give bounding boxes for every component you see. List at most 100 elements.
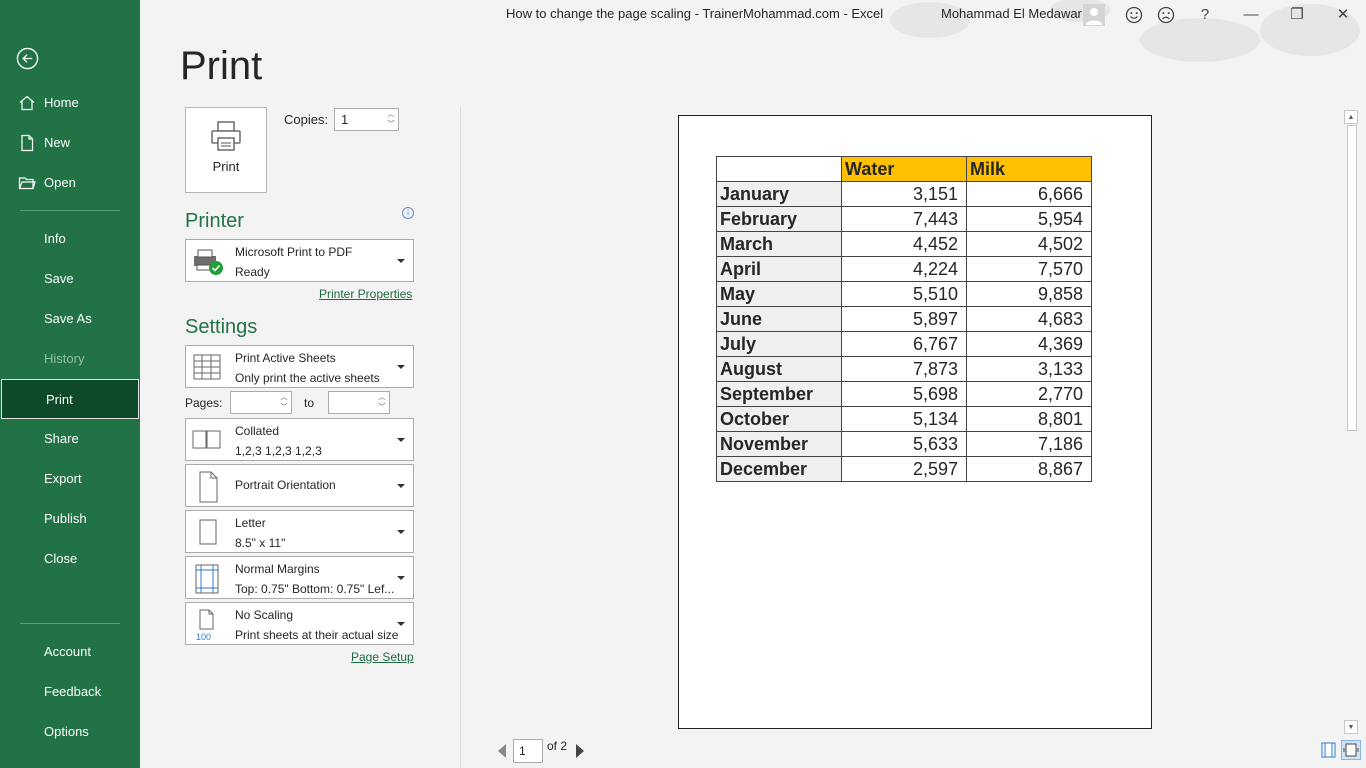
month-cell: July — [716, 331, 842, 357]
table-row: January 3,151 6,666 — [716, 181, 1092, 207]
pages-label: Pages: — [185, 396, 223, 410]
nav-item-label: Save As — [44, 311, 92, 326]
value-cell: 3,151 — [841, 181, 967, 207]
nav-item-save[interactable]: Save — [0, 259, 140, 299]
nav-item-home[interactable]: Home — [0, 83, 140, 123]
print-what-line2: Only print the active sheets — [235, 371, 380, 385]
frown-feedback-icon[interactable] — [1154, 4, 1178, 26]
sheet-grid-icon — [193, 354, 221, 380]
nav-item-publish[interactable]: Publish — [0, 499, 140, 539]
table-header-cell — [716, 156, 842, 182]
preview-scrollbar[interactable]: ▲ ▼ — [1344, 110, 1358, 734]
stepper-down-icon[interactable]: ﹀ — [377, 403, 387, 412]
stepper-up-icon[interactable]: ︿ — [377, 393, 387, 402]
window-title: How to change the page scaling - Trainer… — [506, 6, 884, 21]
value-cell: 8,867 — [966, 456, 1092, 482]
scaling-dropdown[interactable]: 100 No Scaling Print sheets at their act… — [185, 602, 414, 645]
table-header-row: Water Milk — [716, 156, 1092, 182]
scaling-icon: 100 — [196, 609, 214, 642]
smile-feedback-icon[interactable] — [1122, 4, 1146, 26]
nav-item-label: Export — [44, 471, 82, 486]
stepper-up-icon[interactable]: ︿ — [386, 110, 396, 119]
nav-item-new[interactable]: New — [0, 123, 140, 163]
month-cell: March — [716, 231, 842, 257]
avatar[interactable] — [1083, 4, 1105, 26]
print-what-line1: Print Active Sheets — [235, 351, 336, 365]
info-icon[interactable]: i — [402, 207, 414, 219]
value-cell: 4,502 — [966, 231, 1092, 257]
table-row: March 4,452 4,502 — [716, 231, 1092, 257]
value-cell: 2,597 — [841, 456, 967, 482]
next-page-icon[interactable] — [576, 744, 584, 758]
nav-item-print[interactable]: Print — [1, 379, 139, 419]
nav-item-label: Close — [44, 551, 78, 566]
copies-stepper[interactable]: 1 ︿ ﹀ — [334, 108, 399, 131]
scroll-up-icon[interactable]: ▲ — [1344, 110, 1358, 124]
minimize-button[interactable]: — — [1239, 4, 1263, 26]
restore-button[interactable]: ❐ — [1285, 4, 1309, 26]
nav-item-close[interactable]: Close — [0, 539, 140, 579]
nav-item-share[interactable]: Share — [0, 419, 140, 459]
page-count-label: of 2 — [547, 739, 568, 753]
copies-value: 1 — [341, 112, 349, 127]
nav-item-account[interactable]: Account — [0, 632, 140, 672]
nav-item-options[interactable]: Options — [0, 712, 140, 752]
orientation-dropdown[interactable]: Portrait Orientation — [185, 464, 414, 507]
table-row: December 2,597 8,867 — [716, 456, 1092, 482]
month-cell: May — [716, 281, 842, 307]
paper-size-line2: 8.5" x 11" — [235, 536, 286, 550]
table-row: September 5,698 2,770 — [716, 381, 1092, 407]
close-window-button[interactable]: ✕ — [1331, 4, 1355, 26]
chevron-down-icon — [397, 437, 405, 442]
back-arrow-icon[interactable] — [16, 47, 39, 70]
show-margins-icon[interactable] — [1320, 741, 1338, 759]
stepper-down-icon[interactable]: ﹀ — [386, 120, 396, 129]
print-what-dropdown[interactable]: Print Active Sheets Only print the activ… — [185, 345, 414, 388]
help-button[interactable]: ? — [1193, 4, 1217, 26]
margins-dropdown[interactable]: Normal Margins Top: 0.75" Bottom: 0.75" … — [185, 556, 414, 599]
pages-from-input[interactable]: ︿ ﹀ — [230, 391, 292, 414]
nav-item-feedback[interactable]: Feedback — [0, 672, 140, 712]
home-icon — [19, 95, 35, 111]
table-header-cell: Water — [841, 156, 967, 182]
nav-item-save-as[interactable]: Save As — [0, 299, 140, 339]
month-cell: February — [716, 206, 842, 232]
nav-item-label: Home — [44, 95, 79, 110]
chevron-down-icon — [397, 621, 405, 626]
printer-properties-link[interactable]: Printer Properties — [319, 287, 412, 301]
stepper-down-icon[interactable]: ﹀ — [279, 403, 289, 412]
nav-item-info[interactable]: Info — [0, 219, 140, 259]
zoom-to-page-icon[interactable] — [1341, 740, 1361, 760]
orientation-value: Portrait Orientation — [235, 478, 336, 492]
nav-item-label: Info — [44, 231, 66, 246]
value-cell: 4,452 — [841, 231, 967, 257]
value-cell: 7,186 — [966, 431, 1092, 457]
nav-item-export[interactable]: Export — [0, 459, 140, 499]
previous-page-icon[interactable] — [498, 744, 506, 758]
pages-to-input[interactable]: ︿ ﹀ — [328, 391, 390, 414]
paper-size-dropdown[interactable]: Letter 8.5" x 11" — [185, 510, 414, 553]
print-button[interactable]: Print — [185, 107, 267, 193]
nav-item-open[interactable]: Open — [0, 163, 140, 203]
user-icon — [1086, 8, 1102, 25]
collate-dropdown[interactable]: Collated 1,2,3 1,2,3 1,2,3 — [185, 418, 414, 461]
scroll-down-icon[interactable]: ▼ — [1344, 720, 1358, 734]
scaling-line2: Print sheets at their actual size — [235, 628, 399, 642]
printer-dropdown[interactable]: Microsoft Print to PDF Ready — [185, 239, 414, 282]
value-cell: 7,873 — [841, 356, 967, 382]
nav-item-label: Feedback — [44, 684, 102, 699]
stepper-up-icon[interactable]: ︿ — [279, 393, 289, 402]
settings-heading: Settings — [185, 316, 258, 338]
nav-item-label: New — [44, 135, 71, 150]
value-cell: 6,666 — [966, 181, 1092, 207]
user-name[interactable]: Mohammad El Medawar — [941, 6, 1082, 21]
page-setup-link[interactable]: Page Setup — [351, 650, 414, 664]
scrollbar-thumb[interactable] — [1347, 125, 1357, 431]
nav-divider — [20, 210, 120, 211]
nav-item-label: History — [44, 351, 85, 366]
month-cell: April — [716, 256, 842, 282]
current-page-input[interactable]: 1 — [513, 739, 543, 763]
chevron-down-icon — [397, 529, 405, 534]
printer-status: Ready — [235, 265, 270, 279]
collate-line1: Collated — [235, 424, 280, 438]
